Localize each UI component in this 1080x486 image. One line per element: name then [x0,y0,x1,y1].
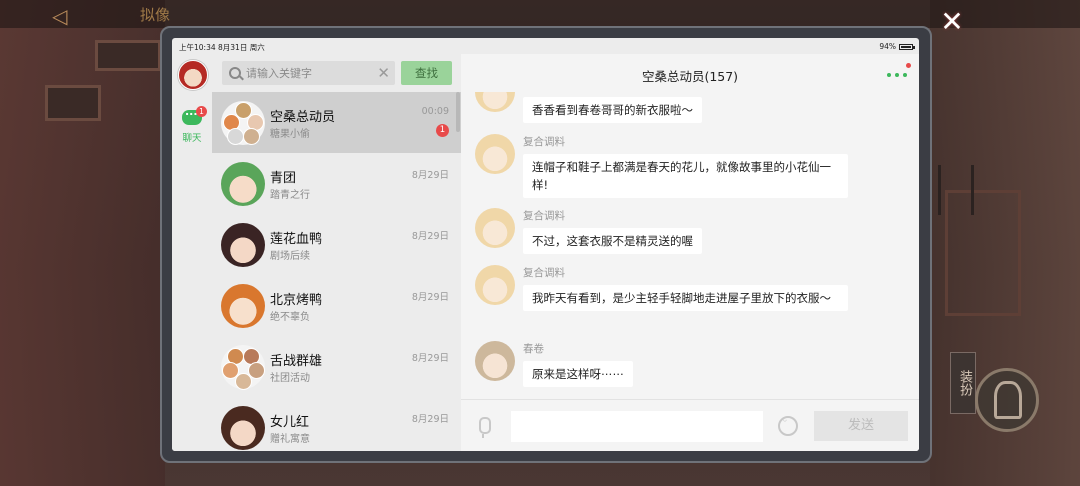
avatar [221,284,265,328]
conversation-subtitle: 糖果小偷 [270,129,310,140]
unread-badge: 1 [436,124,449,137]
list-item[interactable]: 舌战群雄 社团活动 8月29日 [212,336,461,397]
conversation-name: 舌战群雄 [270,354,323,369]
clear-icon[interactable]: ✕ [377,63,390,83]
conversation-time: 8月29日 [411,231,449,242]
battery-percent: 94% [879,42,896,51]
avatar [221,223,265,267]
message-bubble: 不过，这套衣服不是精灵送的喔 [523,228,702,254]
conversation-time: 8月29日 [411,292,449,303]
chat-pane: 空桑总动员(157) 香香看到春卷哥哥的新衣服啦～ 复合调料 连帽子和鞋子上都满… [461,54,919,451]
list-item[interactable]: 空桑总动员 糖果小偷 00:09 1 [212,92,461,153]
conversation-name: 青团 [270,171,297,186]
conversation-subtitle: 踏青之行 [270,190,310,201]
avatar [475,92,515,112]
conversation-list: 空桑总动员 糖果小偷 00:09 1 青团 踏青之行 8月29日 莲花血鸭 剧场… [212,92,461,451]
search-box: ✕ [222,61,395,85]
conversation-time: 8月29日 [411,353,449,364]
find-button[interactable]: 查找 [401,61,452,85]
list-item[interactable]: 女儿红 赠礼寓意 8月29日 [212,397,461,451]
list-item[interactable]: 莲花血鸭 剧场后续 8月29日 [212,214,461,275]
battery-status: 94% [879,42,915,51]
list-item[interactable]: 北京烤鸭 绝不辜负 8月29日 [212,275,461,336]
sender-name: 复合调料 [523,267,565,279]
tab-chat[interactable]: 1 聊天 [176,105,208,146]
conversation-time: 00:09 [421,106,449,117]
conversation-time: 8月29日 [411,414,449,425]
sender-name: 复合调料 [523,136,565,148]
conversation-subtitle: 绝不辜负 [270,312,310,323]
search-input[interactable] [246,64,374,82]
dress-up-button[interactable]: 装扮 [950,352,976,414]
background-brush-holder [938,165,974,215]
list-item[interactable]: 青团 踏青之行 8月29日 [212,153,461,214]
avatar [475,134,515,174]
more-options-icon[interactable] [887,63,911,80]
mirror-icon[interactable] [975,368,1039,432]
conversation-name: 北京烤鸭 [270,293,323,308]
chat-header: 空桑总动员(157) [461,54,919,92]
avatar [221,101,265,145]
list-scrollbar[interactable] [456,92,460,132]
conversation-name: 女儿红 [270,415,310,430]
microphone-icon[interactable] [479,417,491,438]
message-list: 香香看到春卷哥哥的新衣服啦～ 复合调料 连帽子和鞋子上都满是春天的花儿，就像故事… [461,92,919,396]
avatar [221,406,265,450]
message-bubble: 香香看到春卷哥哥的新衣服啦～ [523,97,702,123]
avatar [221,162,265,206]
icon-rail: 1 聊天 [172,54,212,451]
tab-chat-label: 聊天 [182,133,202,144]
send-button[interactable]: 发送 [814,411,908,441]
message-input[interactable] [511,411,763,442]
conversation-time: 8月29日 [411,170,449,181]
background-window [95,40,161,71]
message-bubble: 我昨天有看到，是少主轻手轻脚地走进屋子里放下的衣服～ [523,285,848,311]
avatar [221,345,265,390]
sender-name: 春卷 [523,343,544,355]
conversation-subtitle: 剧场后续 [270,251,310,262]
battery-icon [899,43,915,50]
message-bubble: 原来是这样呀⋯⋯ [523,361,633,387]
avatar [475,265,515,305]
back-arrow-icon[interactable]: ◁ [52,4,67,28]
conversation-list-pane: ✕ 查找 空桑总动员 糖果小偷 00:09 1 青团 踏青之行 [212,54,461,451]
sender-name: 复合调料 [523,210,565,222]
chat-badge: 1 [196,106,207,117]
tablet-screen: 上午10:34 8月31日 周六 94% 1 聊天 ✕ 查找 [172,38,919,451]
status-bar: 上午10:34 8月31日 周六 94% [172,38,919,54]
emoji-icon[interactable] [778,416,798,436]
conversation-name: 莲花血鸭 [270,232,323,247]
avatar [475,208,515,248]
background-title: 拟像 [140,6,171,24]
close-icon[interactable]: ✕ [937,7,967,37]
status-time: 上午10:34 8月31日 周六 [179,43,265,52]
input-bar: 发送 [461,399,919,451]
notification-dot [906,63,911,68]
chat-title: 空桑总动员(157) [641,69,739,84]
background-left [0,0,165,486]
conversation-subtitle: 社团活动 [270,373,310,384]
background-window [45,85,101,121]
conversation-subtitle: 赠礼寓意 [270,434,310,445]
message-bubble: 连帽子和鞋子上都满是春天的花儿，就像故事里的小花仙一样! [523,154,848,198]
avatar [475,341,515,381]
search-icon [229,67,241,79]
conversation-name: 空桑总动员 [270,110,336,125]
avatar[interactable] [178,60,208,90]
